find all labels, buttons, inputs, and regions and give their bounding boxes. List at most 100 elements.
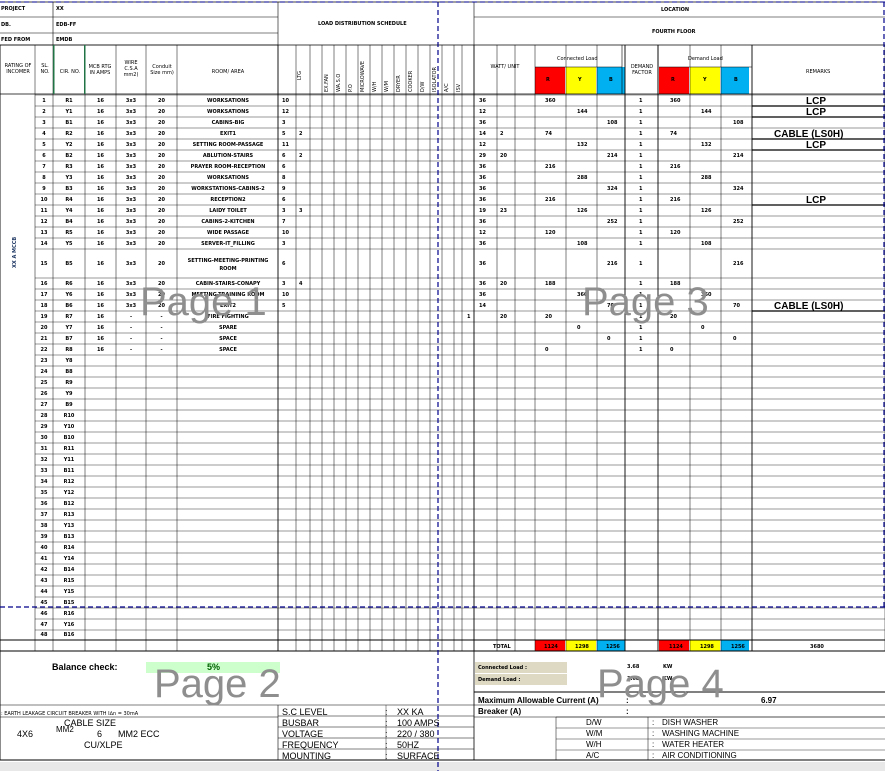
- row-dem-r: 216: [670, 197, 681, 203]
- demand-phase-r: R: [671, 77, 675, 83]
- row-mcb: 16: [97, 197, 104, 203]
- row-sl: 2: [42, 109, 46, 115]
- row-room: RECEPTION2: [210, 197, 246, 203]
- row-wire: 3x3: [125, 164, 137, 170]
- schedule-title: LOAD DISTRIBUTION SCHEDULE: [318, 21, 407, 27]
- row-room: SPACE: [219, 336, 237, 342]
- row-sl: 32: [40, 457, 48, 463]
- cable-qty: 4X6: [17, 729, 34, 739]
- row-dem-r: 360: [670, 98, 681, 104]
- row-circuit: B6: [65, 303, 73, 309]
- row-mcb: 16: [97, 292, 104, 298]
- row-circuit: B8: [65, 369, 73, 375]
- row-mcb: 16: [97, 98, 104, 104]
- row-wire: -: [129, 347, 133, 353]
- row-conduit: -: [160, 347, 163, 353]
- row-dem-y: 144: [701, 109, 712, 115]
- row-mcb: 16: [97, 164, 104, 170]
- legend-colon: :: [652, 729, 655, 738]
- fed-value: EMDB: [56, 37, 73, 43]
- frequency-label: FREQUENCY: [282, 740, 339, 750]
- row-circuit: R4: [65, 197, 73, 203]
- col-remarks: REMARKS: [806, 69, 831, 75]
- row-wire: 3x3: [125, 230, 137, 236]
- row-ltg: 12: [282, 109, 289, 115]
- row-ltg: 6: [282, 197, 286, 203]
- row-circuit: Y4: [65, 208, 73, 214]
- row-dem-b: 0: [733, 336, 737, 342]
- row-circuit: B10: [63, 435, 75, 441]
- cable-mid: 6: [97, 729, 103, 739]
- row-room: PRAYER ROOM-RECEPTION: [190, 164, 266, 170]
- row-circuit: Y1: [65, 109, 73, 115]
- row-circuit: Y6: [65, 292, 73, 298]
- row-conduit: 20: [158, 186, 165, 192]
- col-vertical-header: MICROWAVE: [360, 60, 366, 92]
- row-wire: 3x3: [125, 98, 137, 104]
- row-demand-factor: 1: [639, 186, 643, 192]
- row-room: SPACE: [219, 347, 237, 353]
- row-dem-b: 108: [733, 120, 744, 126]
- row-conn-y: 132: [577, 142, 588, 148]
- legend-abbr: A/C: [586, 751, 600, 760]
- cable-type: CU/XLPE: [84, 740, 123, 750]
- row-wire: 3x3: [125, 131, 137, 137]
- row-circuit: Y15: [63, 589, 75, 595]
- row-wire: 3x3: [125, 219, 137, 225]
- row-ltg: 10: [282, 230, 289, 236]
- row-sl: 44: [40, 589, 48, 595]
- col-cir: CIR. NO.: [59, 69, 81, 75]
- row-circuit: R11: [63, 446, 75, 452]
- row-room: CABINS-BIG: [211, 120, 245, 126]
- row-sl: 17: [40, 292, 48, 298]
- row-room: SETTING-MEETING-PRINTING ROOM: [187, 258, 269, 272]
- row-watt: 36: [479, 292, 486, 298]
- col-room: ROOM/ AREA: [211, 69, 245, 75]
- horizontal-scrollbar: [0, 762, 885, 771]
- row-circuit: Y11: [63, 457, 75, 463]
- sc-label: S.C LEVEL: [282, 707, 328, 717]
- total-y: 1298: [575, 644, 589, 650]
- demand-label: Demand Load :: [478, 677, 521, 683]
- row-ltg: 3: [282, 281, 286, 287]
- voltage-value: 220 / 380: [397, 729, 435, 739]
- row-dem-b: 70: [733, 303, 740, 309]
- row-dem-b: 252: [733, 219, 744, 225]
- row-exfan: 2: [299, 153, 303, 159]
- row-conduit: 20: [158, 120, 165, 126]
- row-conduit: 20: [158, 109, 165, 115]
- row-dem-b: 324: [733, 186, 744, 192]
- col-vertical-header: W/H: [372, 81, 378, 92]
- row-room: ABLUTION-STAIRS: [202, 153, 254, 159]
- row-circuit: B15: [63, 600, 75, 606]
- row-sl: 3: [42, 120, 46, 126]
- row-conn-y: 126: [577, 208, 588, 214]
- row-mcb: 16: [97, 219, 104, 225]
- col-connected: Connected Load: [557, 56, 598, 62]
- row-sl: 15: [40, 261, 48, 267]
- row-sl: 47: [40, 622, 48, 628]
- row-remark: CABLE (LS0H): [774, 301, 844, 312]
- phase-b: B: [609, 77, 613, 83]
- row-circuit: R10: [63, 413, 75, 419]
- row-mcb: 16: [97, 109, 104, 115]
- row-conduit: 20: [158, 197, 165, 203]
- row-circuit: Y9: [65, 391, 73, 397]
- row-conn-b: 214: [607, 153, 618, 159]
- cable-spec: MM2 ECC: [118, 729, 160, 739]
- row-ltg: 10: [282, 292, 289, 298]
- row-circuit: R15: [63, 578, 75, 584]
- row-mcb: 16: [97, 261, 104, 267]
- total-dy: 1298: [700, 644, 714, 650]
- busbar-label: BUSBAR: [282, 718, 320, 728]
- legend-desc: DISH WASHER: [662, 718, 719, 727]
- row-circuit: Y16: [63, 622, 75, 628]
- row-sl: 1: [42, 98, 46, 104]
- row-sl: 23: [40, 358, 48, 364]
- project-value: XX: [56, 6, 64, 12]
- row-circuit: Y10: [63, 424, 75, 430]
- col-vertical-header: ISOLATOR: [432, 67, 438, 92]
- row-ltg: 6: [282, 164, 286, 170]
- spreadsheet[interactable]: PROJECT XX DB. EDB-FF FED FROM EMDB LOAD…: [0, 0, 885, 771]
- row-mcb: 16: [97, 314, 104, 320]
